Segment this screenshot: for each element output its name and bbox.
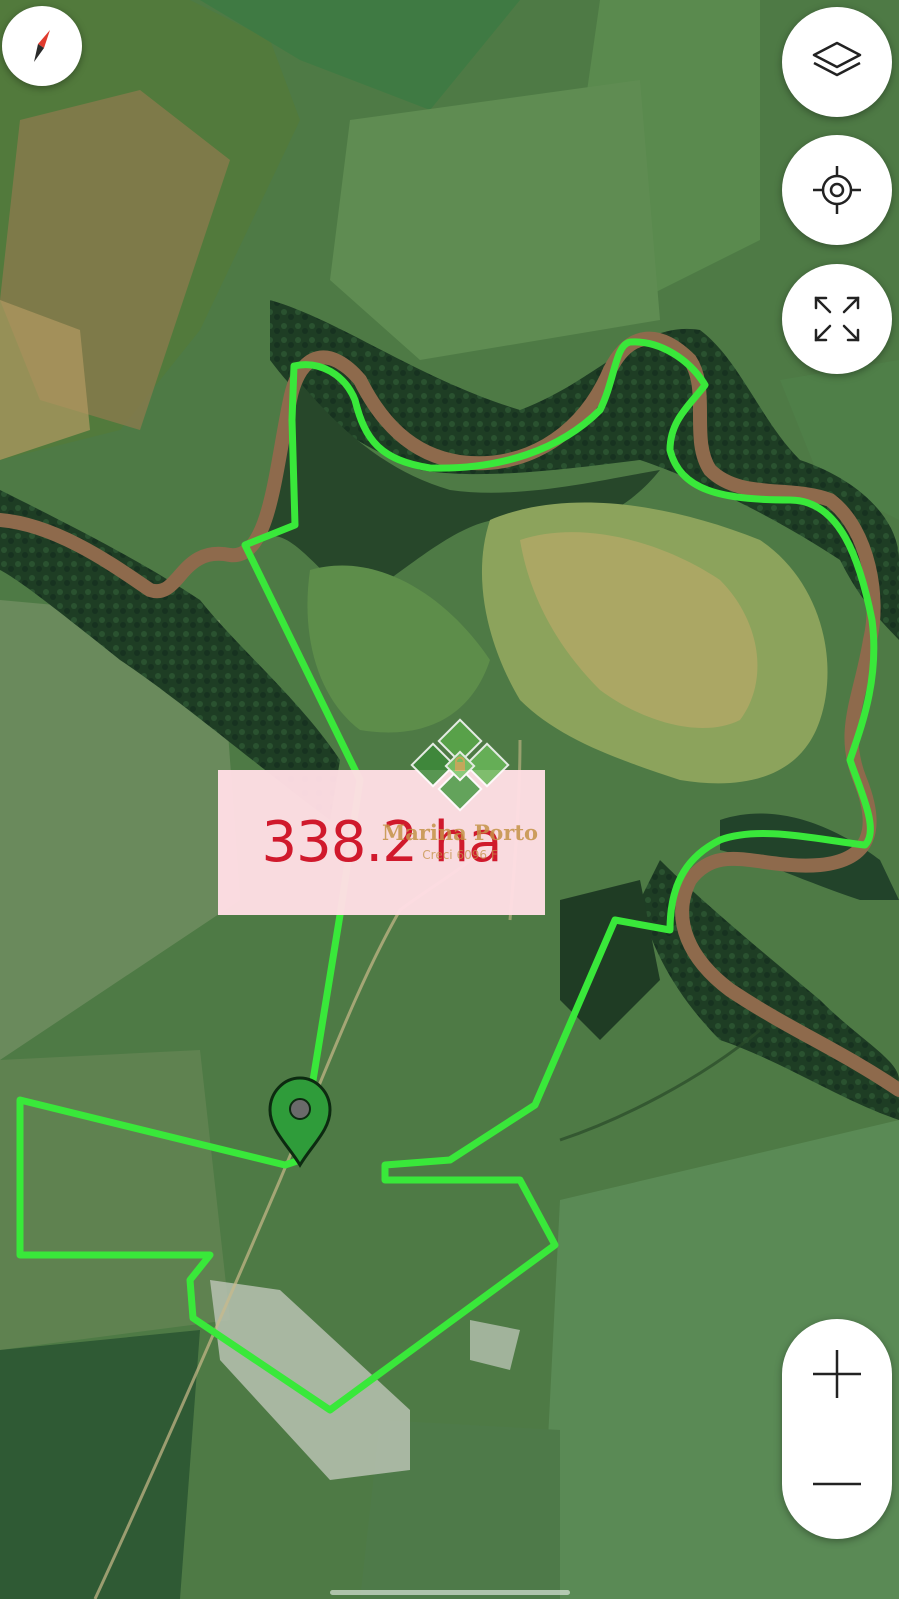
crosshair-icon bbox=[813, 166, 861, 214]
fullscreen-button[interactable] bbox=[782, 264, 892, 374]
layers-button[interactable] bbox=[782, 7, 892, 117]
expand-icon bbox=[814, 296, 860, 342]
compass-icon bbox=[34, 30, 50, 62]
home-indicator[interactable] bbox=[330, 1590, 570, 1595]
area-label-box: 338.2 ha bbox=[218, 770, 545, 915]
area-label: 338.2 ha bbox=[261, 810, 503, 875]
plus-icon bbox=[813, 1350, 861, 1398]
compass-button[interactable] bbox=[2, 6, 82, 86]
layers-icon bbox=[812, 41, 862, 77]
zoom-controls bbox=[782, 1319, 892, 1539]
zoom-out-button[interactable] bbox=[782, 1429, 892, 1539]
my-location-button[interactable] bbox=[782, 135, 892, 245]
zoom-in-button[interactable] bbox=[782, 1319, 892, 1429]
minus-icon bbox=[813, 1482, 861, 1486]
